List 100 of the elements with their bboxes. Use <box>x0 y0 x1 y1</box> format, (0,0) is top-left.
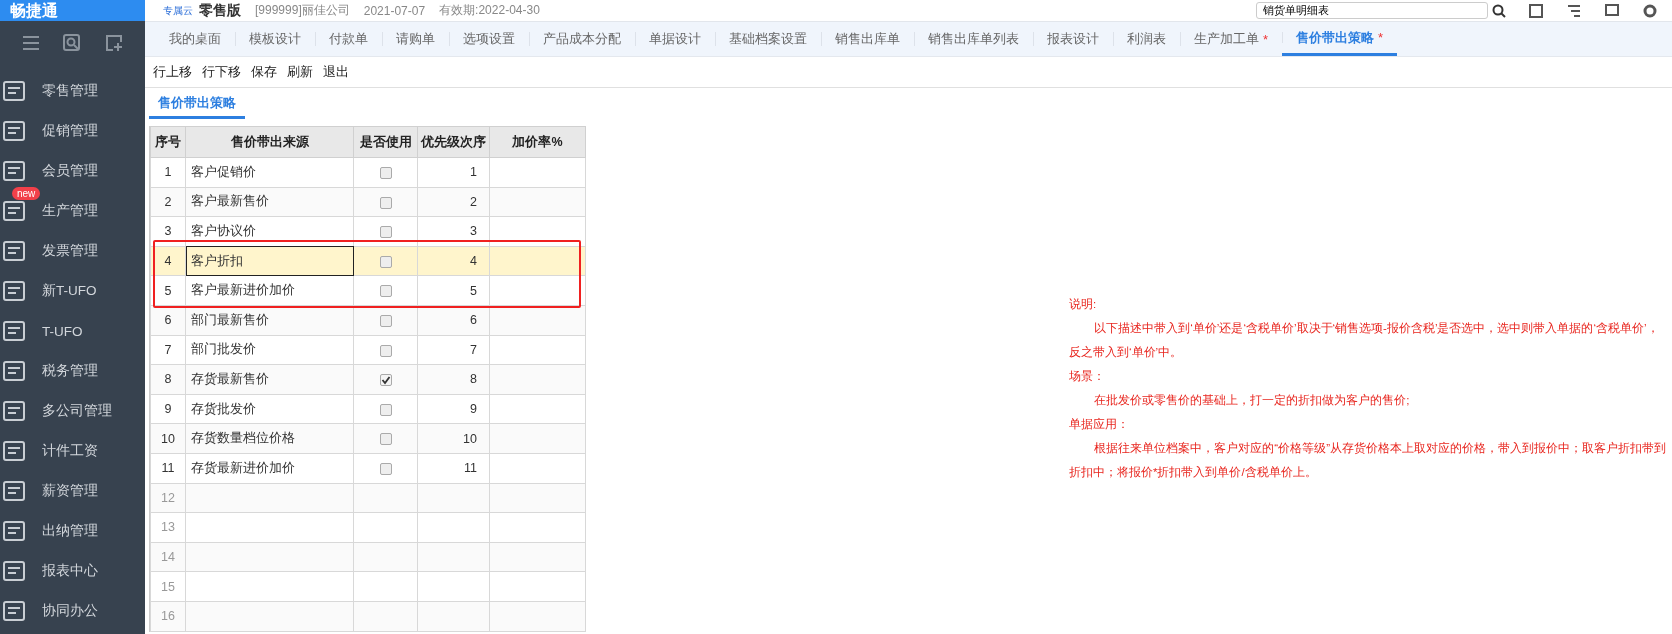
logo-text: 畅捷通 <box>10 1 58 20</box>
cloud-label: 专属云 <box>163 3 193 18</box>
sidebar-item[interactable]: 薪资管理 <box>0 471 145 511</box>
sidebar-item[interactable]: 税务管理 <box>0 351 145 391</box>
expiry-label: 有效期:2022-04-30 <box>439 2 540 19</box>
tab[interactable]: 请购单 <box>382 22 449 56</box>
module-icon <box>2 279 26 303</box>
table-row[interactable]: 2 客户最新售价 2 <box>150 187 586 217</box>
checkbox[interactable] <box>379 374 392 387</box>
row-number: 12 <box>150 483 186 513</box>
date-label: 2021-07-07 <box>363 3 426 18</box>
tab[interactable]: 利润表 <box>1113 22 1180 56</box>
toolbar-button[interactable]: 保存 <box>247 61 281 83</box>
module-icon <box>2 399 26 423</box>
table-cell: 存货最新进价加价 <box>185 453 354 484</box>
column-header: 优先级次序 <box>417 126 490 158</box>
list-icon[interactable] <box>1566 2 1582 19</box>
module-icon <box>2 199 26 223</box>
checkbox[interactable] <box>379 462 392 475</box>
toolbar-button[interactable]: 行上移 <box>149 61 196 83</box>
checkbox[interactable] <box>379 344 392 357</box>
new-badge: new <box>12 187 41 200</box>
column-header: 售价带出来源 <box>185 126 354 158</box>
table-cell: 2 <box>417 187 490 217</box>
row-number: 10 <box>150 423 186 454</box>
table-cell: 7 <box>417 335 490 365</box>
menu-icon[interactable] <box>21 35 40 51</box>
row-number: 11 <box>150 453 186 484</box>
tab[interactable]: 销售出库单列表 <box>914 22 1033 56</box>
checkbox[interactable] <box>379 196 392 209</box>
note-heading: 说明: <box>1069 297 1098 312</box>
row-number: 7 <box>150 335 186 365</box>
row-number: 8 <box>150 364 186 395</box>
note-text: 在批发价或零售价的基础上，打一定的折扣做为客户的售价; <box>1093 393 1411 408</box>
table-row[interactable]: 3 客户协议价 3 <box>150 216 586 247</box>
sidebar-item[interactable]: 新T-UFO <box>0 271 145 311</box>
module-icon <box>2 439 26 463</box>
table-cell: 8 <box>417 364 490 395</box>
toolbar-button[interactable]: 退出 <box>319 61 353 83</box>
sidebar-item[interactable]: 报表中心 <box>0 551 145 591</box>
toolbar-button[interactable]: 刷新 <box>283 61 317 83</box>
table-cell: 4 <box>417 246 490 276</box>
tab[interactable]: 模板设计 <box>235 22 315 56</box>
tab[interactable]: 售价带出策略 * <box>1282 22 1398 56</box>
row-number: 14 <box>150 542 186 572</box>
tab[interactable]: 选项设置 <box>449 22 529 56</box>
table-cell: 客户促销价 <box>185 157 354 188</box>
tab[interactable]: 基础档案设置 <box>715 22 821 56</box>
row-number: 2 <box>150 187 186 217</box>
module-icon <box>2 119 26 143</box>
sidebar-item[interactable]: T-UFO <box>0 311 145 351</box>
table-row[interactable]: 6 部门最新售价 6 <box>150 305 586 336</box>
checkbox[interactable] <box>379 403 392 416</box>
sidebar-item[interactable]: 计件工资 <box>0 431 145 471</box>
module-icon <box>2 519 26 543</box>
section-tab[interactable]: 售价带出策略 <box>149 92 245 119</box>
toolbar-button[interactable]: 行下移 <box>198 61 245 83</box>
table-cell: 1 <box>417 157 490 188</box>
table-cell: 客户最新进价加价 <box>185 275 354 306</box>
module-icon <box>2 239 26 263</box>
table-row[interactable]: 4 客户折扣 4 <box>150 246 586 276</box>
sidebar-item[interactable]: 协同办公 <box>0 591 145 631</box>
checkbox[interactable] <box>379 314 392 327</box>
table-row[interactable]: 9 存货批发价 9 <box>150 394 586 424</box>
sidebar-item[interactable]: 发票管理 <box>0 231 145 271</box>
module-icon <box>2 79 26 103</box>
note-text: 以下描述中带入到‘单价’还是‘含税单价’取决于‘销售选项-报价含税’是否选中，选中则带入单据的‘含税单价’，反之带入到‘单价’中。 <box>1069 321 1660 360</box>
module-icon <box>2 319 26 343</box>
checkbox[interactable] <box>379 433 392 446</box>
sidebar-item[interactable]: 多公司管理 <box>0 391 145 431</box>
table-row[interactable]: 11 存货最新进价加价 11 <box>150 453 586 484</box>
table-row[interactable]: 7 部门批发价 7 <box>150 335 586 365</box>
tab[interactable]: 我的桌面 <box>155 22 235 56</box>
tab[interactable]: 单据设计 <box>635 22 715 56</box>
tab[interactable]: 销售出库单 <box>821 22 914 56</box>
checkbox[interactable] <box>379 167 392 179</box>
edition-label: 零售版 <box>199 1 241 20</box>
table-cell: 存货批发价 <box>185 394 354 424</box>
sidebar-item[interactable]: 零售管理 <box>0 71 145 111</box>
column-header: 是否使用 <box>353 126 418 158</box>
column-header: 序号 <box>150 126 186 158</box>
tab[interactable]: 生产加工单 * <box>1180 22 1283 56</box>
tab[interactable]: 报表设计 <box>1033 22 1113 56</box>
table-row[interactable]: 5 客户最新进价加价 5 <box>150 275 586 306</box>
checkbox[interactable] <box>379 226 392 239</box>
note-heading: 场景： <box>1069 369 1106 384</box>
table-row[interactable]: 8 存货最新售价 8 <box>150 364 586 395</box>
search-icon[interactable] <box>1492 3 1506 18</box>
row-number: 13 <box>150 512 186 543</box>
search-field[interactable]: 销货单明细表 <box>1256 2 1488 19</box>
add-icon[interactable] <box>105 34 124 52</box>
tab[interactable]: 付款单 <box>315 22 382 56</box>
sidebar-item[interactable]: 出纳管理 <box>0 511 145 551</box>
table-row[interactable]: 1 客户促销价 1 <box>150 157 586 188</box>
sidebar-item[interactable]: 促销管理 <box>0 111 145 151</box>
table-row[interactable]: 10 存货数量档位价格 10 <box>150 423 586 454</box>
checkbox[interactable] <box>379 285 392 298</box>
table-cell: 5 <box>417 275 490 306</box>
tab[interactable]: 产品成本分配 <box>529 22 635 56</box>
checkbox[interactable] <box>379 255 392 268</box>
